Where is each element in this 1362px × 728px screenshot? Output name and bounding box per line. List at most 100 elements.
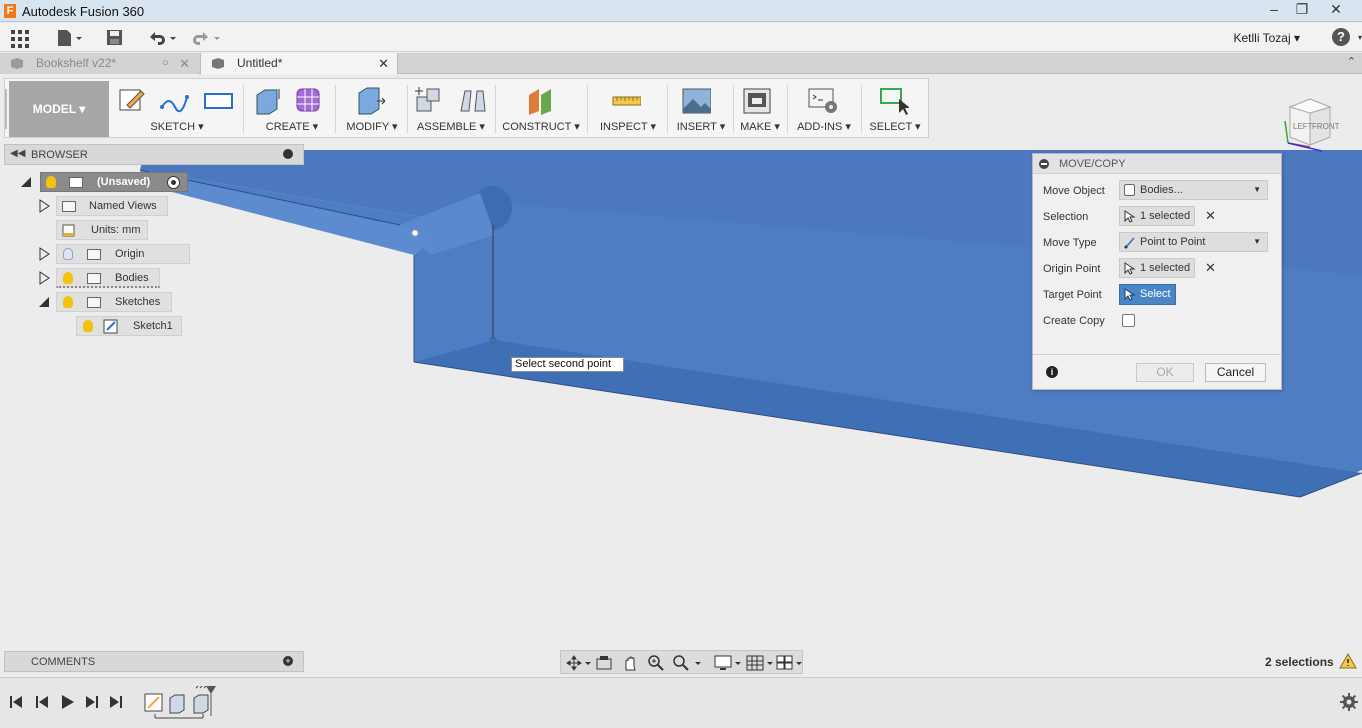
modify-group[interactable]: MODIFY ▾: [339, 79, 405, 137]
minimize-button[interactable]: –: [1262, 2, 1286, 18]
sketch-group[interactable]: SKETCH ▾: [115, 79, 239, 137]
tab-untitled[interactable]: Untitled* ✕: [200, 53, 398, 74]
measure-icon[interactable]: [611, 85, 641, 115]
scripts-icon[interactable]: [807, 85, 837, 115]
browser-options-icon[interactable]: [283, 149, 293, 159]
insert-image-icon[interactable]: [681, 85, 711, 115]
selection-count[interactable]: 2 selections: [1265, 655, 1334, 669]
named-views-node[interactable]: Named Views: [56, 196, 168, 216]
make-group[interactable]: MAKE ▾: [735, 79, 785, 137]
assemble-menu[interactable]: ASSEMBLE ▾: [411, 120, 491, 133]
comments-panel-header[interactable]: COMMENTS +: [4, 651, 304, 672]
select-menu[interactable]: SELECT ▾: [863, 120, 927, 133]
selection-field[interactable]: 1 selected: [1119, 206, 1195, 226]
collapse-dialog-icon[interactable]: [1039, 159, 1049, 169]
clear-origin-point-icon[interactable]: ✕: [1205, 260, 1216, 276]
move-object-dropdown[interactable]: Bodies... ▼: [1119, 180, 1268, 200]
collapse-browser-icon[interactable]: ◀◀: [10, 148, 25, 159]
inspect-menu[interactable]: INSPECT ▾: [591, 120, 665, 133]
help-icon[interactable]: ?: [1332, 28, 1350, 46]
units-node[interactable]: Units: mm: [56, 220, 148, 240]
select-icon[interactable]: [879, 85, 909, 115]
insert-menu[interactable]: INSERT ▾: [671, 120, 731, 133]
timeline-settings-gear-icon[interactable]: [1339, 692, 1359, 712]
zoom-icon[interactable]: [647, 654, 665, 672]
sketch-menu[interactable]: SKETCH ▾: [115, 120, 239, 133]
visibility-bulb-icon[interactable]: [83, 320, 93, 332]
dialog-header[interactable]: MOVE/COPY: [1033, 154, 1281, 174]
close-tab-icon[interactable]: ✕: [378, 53, 389, 74]
target-point-select-button[interactable]: Select: [1119, 284, 1176, 305]
expand-arrow-icon[interactable]: [38, 247, 50, 261]
clear-selection-icon[interactable]: ✕: [1205, 208, 1216, 224]
extrude-icon[interactable]: [253, 85, 283, 115]
add-comment-icon[interactable]: +: [283, 656, 293, 666]
restore-button[interactable]: ❐: [1290, 2, 1314, 18]
add-ins-menu[interactable]: ADD-INS ▾: [791, 120, 857, 133]
look-at-icon[interactable]: [595, 654, 613, 672]
browser-panel-header[interactable]: ◀◀ BROWSER: [4, 144, 304, 165]
modify-menu[interactable]: MODIFY ▾: [339, 120, 405, 133]
origin-node[interactable]: Origin: [56, 244, 190, 264]
visibility-bulb-icon[interactable]: [63, 296, 73, 308]
pan-icon[interactable]: [621, 654, 639, 672]
grid-settings-icon[interactable]: [745, 654, 775, 672]
tab-bookshelf[interactable]: Bookshelf v22* ○ ✕: [0, 53, 198, 74]
joint-icon[interactable]: [457, 85, 487, 115]
inspect-group[interactable]: INSPECT ▾: [591, 79, 665, 137]
create-group[interactable]: CREATE ▾: [249, 79, 335, 137]
collapse-tabs-icon[interactable]: ⌃: [1347, 55, 1356, 68]
add-ins-group[interactable]: ADD-INS ▾: [791, 79, 857, 137]
root-node[interactable]: (Unsaved): [40, 172, 188, 192]
select-group[interactable]: SELECT ▾: [863, 79, 927, 137]
cancel-button[interactable]: Cancel: [1205, 363, 1266, 382]
origin-point-field[interactable]: 1 selected: [1119, 258, 1195, 278]
sketches-node[interactable]: Sketches: [56, 292, 172, 312]
file-menu-icon[interactable]: [56, 28, 84, 48]
close-tab-icon[interactable]: ✕: [179, 53, 190, 74]
workspace-switcher[interactable]: MODEL ▾: [9, 81, 109, 137]
new-component-icon[interactable]: [413, 85, 443, 115]
insert-group[interactable]: INSERT ▾: [671, 79, 731, 137]
user-account-menu[interactable]: Ketlli Tozaj ▾: [1234, 31, 1301, 45]
warning-icon[interactable]: [1339, 653, 1357, 669]
visibility-bulb-icon[interactable]: [46, 176, 56, 188]
create-copy-checkbox[interactable]: [1122, 314, 1135, 327]
assemble-group[interactable]: ASSEMBLE ▾: [411, 79, 491, 137]
timeline-features[interactable]: [140, 686, 224, 722]
data-panel-grid-icon[interactable]: [10, 28, 30, 48]
collapse-arrow-icon[interactable]: [20, 175, 32, 189]
ribbon-grip[interactable]: [5, 89, 7, 129]
line-icon[interactable]: [159, 85, 189, 115]
activate-component-icon[interactable]: [167, 176, 180, 189]
bodies-node[interactable]: Bodies: [56, 268, 160, 288]
info-icon[interactable]: i: [1046, 366, 1058, 378]
expand-arrow-icon[interactable]: [38, 271, 50, 285]
ok-button[interactable]: OK: [1136, 363, 1194, 382]
construct-menu[interactable]: CONSTRUCT ▾: [499, 120, 583, 133]
make-menu[interactable]: MAKE ▾: [735, 120, 785, 133]
close-window-button[interactable]: ✕: [1324, 2, 1348, 18]
fit-zoom-icon[interactable]: [671, 654, 703, 672]
display-settings-icon[interactable]: [713, 654, 743, 672]
visibility-bulb-off-icon[interactable]: [63, 248, 73, 260]
view-cube[interactable]: LEFT FRONT: [1282, 93, 1342, 155]
press-pull-icon[interactable]: [355, 85, 385, 115]
move-type-dropdown[interactable]: Point to Point ▼: [1119, 232, 1268, 252]
create-sketch-icon[interactable]: [117, 85, 147, 115]
visibility-bulb-icon[interactable]: [63, 272, 73, 284]
form-icon[interactable]: [293, 85, 323, 115]
sketch1-node[interactable]: Sketch1: [76, 316, 182, 336]
undo-icon[interactable]: [146, 28, 178, 48]
save-icon[interactable]: [106, 28, 124, 48]
3d-print-icon[interactable]: [741, 85, 771, 115]
offset-plane-icon[interactable]: [525, 85, 555, 115]
viewports-icon[interactable]: [775, 654, 805, 672]
collapse-arrow-icon[interactable]: [38, 295, 50, 309]
help-dropdown-arrow[interactable]: ▾: [1358, 33, 1362, 42]
construct-group[interactable]: CONSTRUCT ▾: [499, 79, 583, 137]
orbit-icon[interactable]: [565, 654, 591, 672]
expand-arrow-icon[interactable]: [38, 199, 50, 213]
rectangle-icon[interactable]: [203, 85, 233, 115]
create-menu[interactable]: CREATE ▾: [249, 120, 335, 133]
